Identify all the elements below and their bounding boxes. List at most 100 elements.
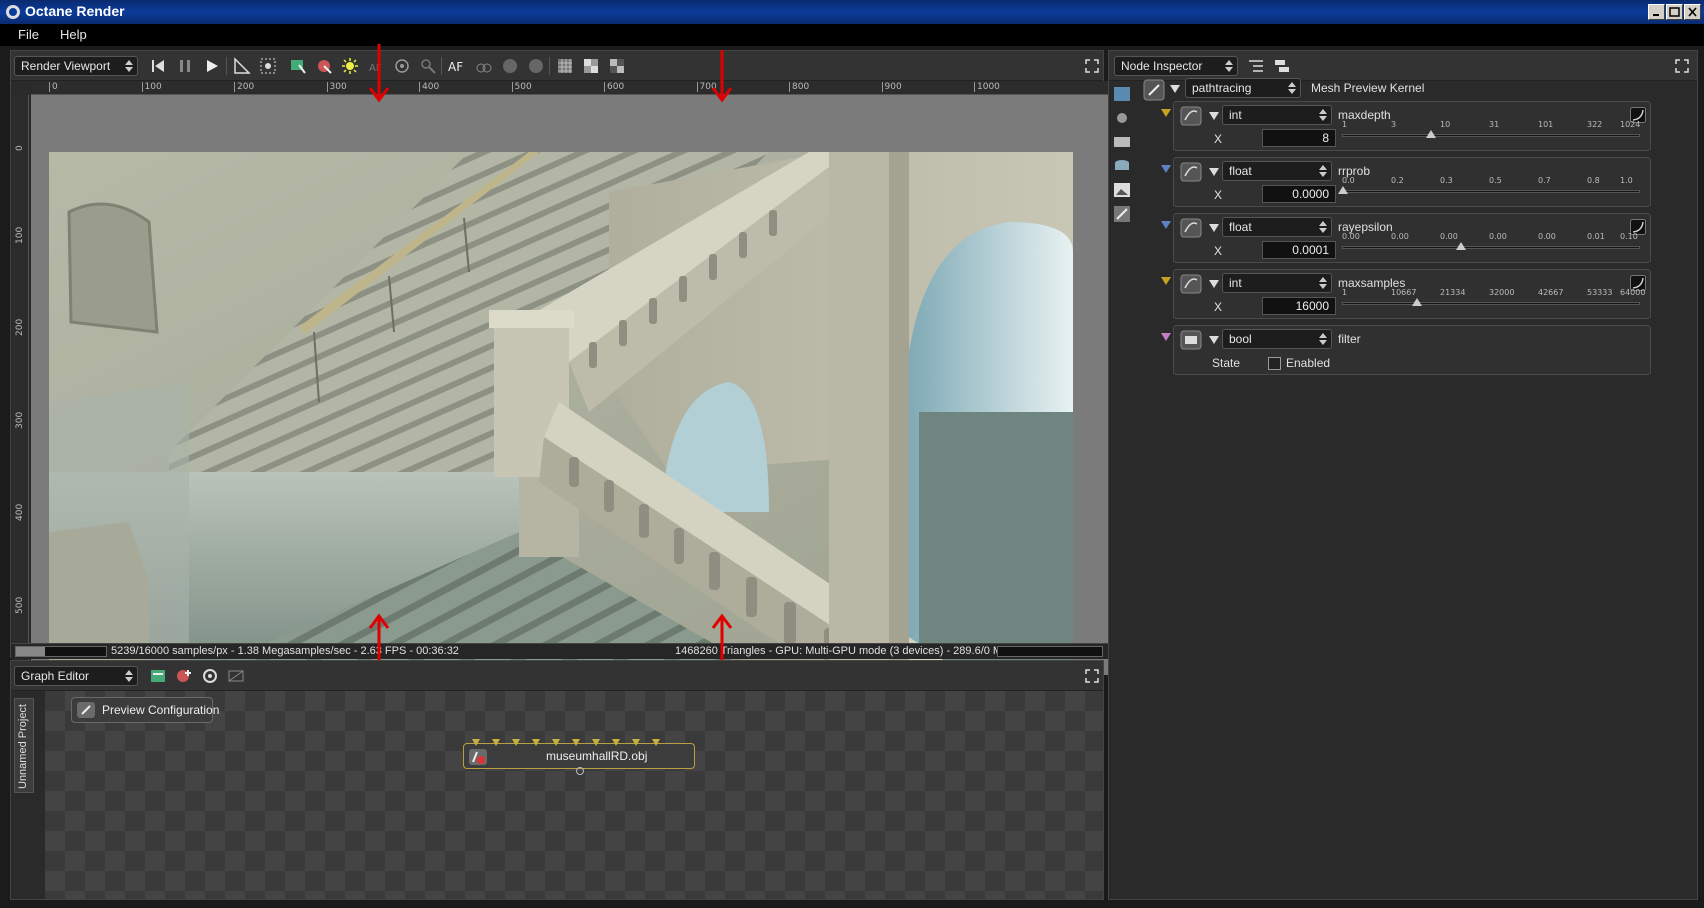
imager-side-icon[interactable]: [1113, 181, 1131, 199]
collapse-triangle-icon[interactable]: [1208, 110, 1220, 122]
param-type-selector[interactable]: int: [1222, 105, 1332, 125]
graph-editor-toolbar: Graph Editor: [11, 661, 1103, 691]
slider-tick-label: 1: [1342, 288, 1348, 297]
combo-arrows-icon: [1319, 165, 1327, 177]
slider-tick-label: 0.00: [1391, 232, 1409, 241]
graph-editor-selector-label: Graph Editor: [21, 669, 90, 683]
collapse-triangle-icon[interactable]: [1208, 334, 1220, 346]
slider-tick-label: 1.0: [1620, 176, 1633, 185]
param-type-selector[interactable]: int: [1222, 273, 1332, 293]
param-type-selector[interactable]: float: [1222, 217, 1332, 237]
collapse-triangle-icon[interactable]: [1169, 83, 1181, 95]
slider-tick-label: 0.8: [1587, 176, 1600, 185]
slider-tick-label: 101: [1538, 120, 1554, 129]
param-slider[interactable]: 0.0 0.2 0.3 0.5 0.7 0.8 1.0: [1338, 176, 1640, 206]
filter-enabled-label: Enabled: [1286, 356, 1331, 370]
param-slider[interactable]: 1 10667 21334 32000 42667 53333 64000: [1342, 288, 1645, 318]
maximize-panel-icon[interactable]: [1675, 59, 1689, 73]
filter-param-box: bool filter State Enabled: [1173, 325, 1651, 375]
param-box: int maxsamples X 16000 1 10667 21334 32000 4…: [1173, 269, 1651, 319]
load-graph-icon[interactable]: [149, 667, 167, 685]
kernel-node-icon: [1143, 79, 1165, 101]
slider-tick-label: 0.00: [1342, 232, 1360, 241]
param-slider[interactable]: 1 3 10 31 101 322 1024: [1342, 120, 1640, 150]
slider-tick-label: 64000: [1620, 288, 1646, 297]
param-pin-marker: [1161, 165, 1171, 173]
render-target-icon: [77, 702, 95, 718]
slider-tick-label: 1: [1342, 120, 1348, 129]
camera-side-icon[interactable]: [1113, 109, 1131, 127]
combo-arrows-icon: [1319, 333, 1327, 345]
delete-node-icon[interactable]: [227, 667, 245, 685]
mesh-node-label: museumhallRD.obj: [546, 749, 648, 763]
slider-tick-label: 0.01: [1587, 232, 1605, 241]
kernel-type-selector[interactable]: pathtracing: [1185, 78, 1301, 98]
collapse-all-icon[interactable]: [1273, 57, 1291, 75]
bool-node-icon: [1180, 330, 1202, 350]
param-type-selector[interactable]: float: [1222, 161, 1332, 181]
expand-all-icon[interactable]: [1247, 57, 1265, 75]
filter-enabled-checkbox[interactable]: [1268, 357, 1281, 370]
mesh-node-output-pin[interactable]: [574, 766, 586, 776]
graph-editor-selector[interactable]: Graph Editor: [14, 666, 138, 686]
param-pin-marker: [1161, 277, 1171, 285]
slider-tick-label: 322: [1587, 120, 1603, 129]
collapse-triangle-icon[interactable]: [1208, 278, 1220, 290]
mesh-node-input-pins[interactable]: [472, 739, 672, 747]
float-node-icon: [1180, 218, 1202, 238]
slider-thumb[interactable]: [1411, 298, 1422, 306]
slider-tick-label: 3: [1391, 120, 1397, 129]
combo-arrows-icon: [1288, 82, 1296, 94]
slider-tick-label: 0.00: [1538, 232, 1556, 241]
int-node-icon: [1180, 274, 1202, 294]
param-type-label: float: [1229, 164, 1252, 178]
combo-arrows-icon: [1225, 60, 1233, 72]
mesh-node-icon: [469, 749, 487, 765]
mesh-node[interactable]: museumhallRD.obj: [463, 739, 695, 775]
param-axis-label: X: [1214, 188, 1223, 202]
kernel-name: Mesh Preview Kernel: [1311, 81, 1425, 95]
preview-configuration-node[interactable]: Preview Configuration: [71, 697, 219, 723]
kernel-side-icon[interactable]: [1113, 205, 1131, 223]
collapse-triangle-icon[interactable]: [1208, 222, 1220, 234]
int-node-icon: [1180, 106, 1202, 126]
geometry-side-icon[interactable]: [1113, 157, 1131, 175]
filter-type-label: bool: [1229, 332, 1252, 346]
collapse-triangle-icon[interactable]: [1208, 166, 1220, 178]
param-value-field[interactable]: 16000: [1262, 297, 1336, 315]
param-box: float rayepsilon X 0.0001 0.00 0.00 0.00 0.…: [1173, 213, 1651, 263]
slider-thumb[interactable]: [1426, 130, 1437, 138]
inspector-selector-label: Node Inspector: [1121, 59, 1203, 73]
param-type-label: int: [1229, 108, 1242, 122]
slider-tick-label: 42667: [1538, 288, 1564, 297]
param-slider[interactable]: 0.00 0.00 0.00 0.00 0.00 0.01 0.10: [1342, 232, 1640, 262]
render-target-side-icon[interactable]: [1113, 85, 1131, 103]
node-settings-icon[interactable]: [201, 667, 219, 685]
param-pin-marker: [1161, 109, 1171, 117]
environment-side-icon[interactable]: [1113, 133, 1131, 151]
slider-tick-label: 53333: [1587, 288, 1613, 297]
slider-track: [1342, 302, 1640, 305]
slider-tick-label: 0.2: [1391, 176, 1404, 185]
slider-tick-label: 31: [1489, 120, 1500, 129]
filter-type-selector[interactable]: bool: [1222, 329, 1332, 349]
param-box: int maxdepth X 8 1 3 10 31 101 322 1024: [1173, 101, 1651, 151]
param-value-field[interactable]: 0.0000: [1262, 185, 1336, 203]
param-axis-label: X: [1214, 132, 1223, 146]
slider-tick-label: 1024: [1620, 120, 1641, 129]
slider-thumb[interactable]: [1455, 242, 1466, 250]
param-axis-label: X: [1214, 244, 1223, 258]
param-type-label: int: [1229, 276, 1242, 290]
maximize-panel-icon[interactable]: [1085, 669, 1099, 683]
project-tab[interactable]: Unnamed Project: [14, 698, 34, 793]
inspector-selector[interactable]: Node Inspector: [1114, 56, 1238, 76]
combo-arrows-icon: [1319, 277, 1327, 289]
slider-tick-label: 21334: [1440, 288, 1466, 297]
add-node-icon[interactable]: [175, 667, 193, 685]
combo-arrows-icon: [1319, 221, 1327, 233]
param-value-field[interactable]: 8: [1262, 129, 1336, 147]
slider-thumb[interactable]: [1338, 186, 1348, 194]
slider-tick-label: 32000: [1489, 288, 1515, 297]
filter-pin-marker: [1161, 333, 1171, 341]
param-value-field[interactable]: 0.0001: [1262, 241, 1336, 259]
